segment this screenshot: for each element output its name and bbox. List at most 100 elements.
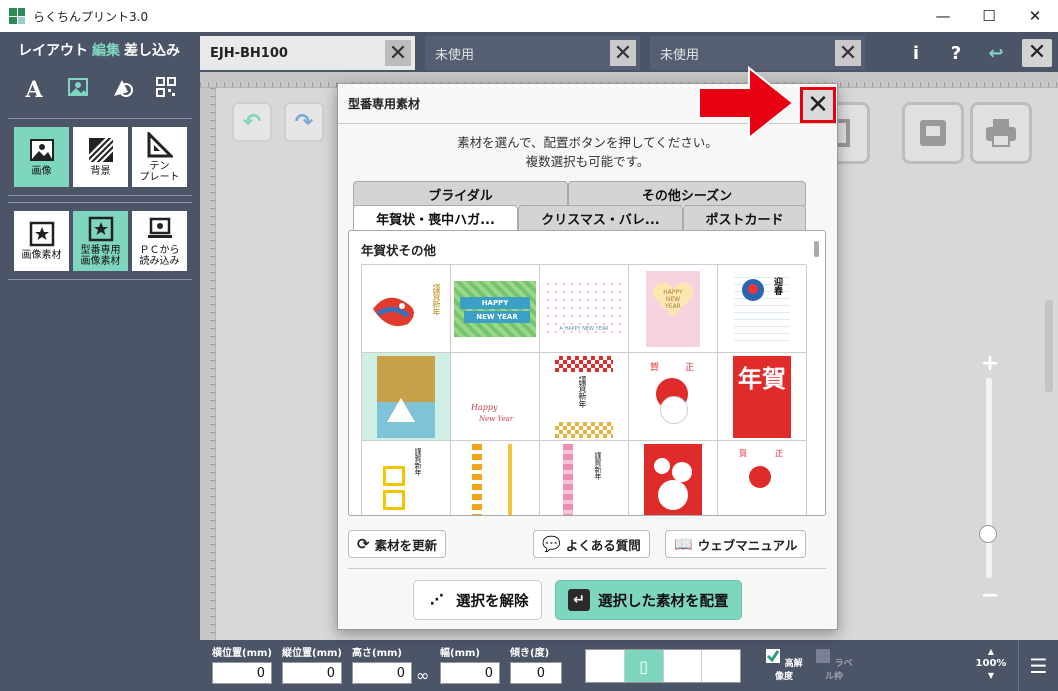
y-position-field: 縦位置(mm) 0	[282, 644, 342, 684]
zoom-value: 100%	[975, 658, 1007, 669]
rotate-left-button[interactable]: ↺	[586, 650, 625, 682]
template-tool-button[interactable]: テン プレート	[132, 127, 187, 187]
close-tab-icon[interactable]: ✕	[835, 40, 861, 66]
help-button[interactable]: ?	[936, 43, 976, 64]
thumbnail-dotted[interactable]: A HAPPY NEW YEAR	[540, 265, 629, 353]
background-tool-button[interactable]: 背景	[73, 127, 128, 187]
qr-code-icon[interactable]	[151, 77, 181, 103]
panel-scrollbar[interactable]	[814, 241, 819, 257]
window-title: らくちんプリント3.0	[33, 9, 149, 24]
zoom-indicator[interactable]: ▲ 100% ▼	[974, 646, 1008, 682]
vertical-scrollbar[interactable]	[1045, 300, 1053, 392]
tab-bridal[interactable]: ブライダル	[353, 181, 568, 206]
rotate-right-button[interactable]: ↻	[664, 650, 703, 682]
x-position-label: 横位置(mm)	[212, 648, 272, 659]
thumbnail-pink-heart[interactable]: HAPPY NEW YEAR	[629, 265, 718, 353]
image-tool-button[interactable]: 画像	[14, 127, 69, 187]
set-square-icon	[147, 131, 173, 157]
import-from-pc-label: ＰＣから 読み込み	[139, 244, 180, 267]
thumbnail-orange-strip[interactable]	[451, 441, 540, 515]
dialog-close-button[interactable]: ✕	[800, 87, 836, 123]
thumbnail-mountain[interactable]	[362, 353, 451, 441]
faq-label: よくある質問	[565, 537, 641, 553]
angle-input[interactable]: 0	[510, 662, 562, 684]
maximize-button[interactable]: ☐	[966, 0, 1012, 32]
zoom-in-button[interactable]: +	[980, 351, 1000, 376]
x-position-input[interactable]: 0	[212, 662, 272, 684]
close-window-button[interactable]: ✕	[1012, 0, 1058, 32]
model-material-button[interactable]: 型番専用 画像素材	[73, 211, 128, 271]
zoom-out-button[interactable]: −	[980, 583, 1000, 608]
flip-icon: ⟲	[714, 656, 728, 676]
image-material-button[interactable]: 画像素材	[14, 211, 69, 271]
orientation-portrait-button[interactable]: ▯	[624, 650, 664, 682]
width-input[interactable]: 0	[440, 662, 500, 684]
checkbox-checked-icon	[766, 649, 781, 663]
undo-button[interactable]: ↶	[232, 102, 272, 142]
tab-edit[interactable]: 編集	[92, 40, 120, 60]
web-manual-label: ウェブマニュアル	[697, 537, 798, 553]
laptop-icon	[147, 217, 172, 238]
tab-other-seasons[interactable]: その他シーズン	[568, 181, 806, 206]
faq-button[interactable]: 💬 よくある質問	[533, 530, 650, 558]
background-icon	[87, 137, 114, 163]
high-res-checkbox[interactable]: 高解像度	[762, 648, 806, 682]
thumbnail-koi[interactable]: 謹賀新年	[362, 265, 451, 353]
section-heading: 年賀状その他	[361, 243, 437, 258]
template-tool-label: テン プレート	[139, 160, 180, 183]
material-panel: 年賀状その他 謹賀新年 HAPPY NEW YEAR A HAPPY NEW Y…	[348, 230, 826, 516]
category-tabs-row1: ブライダル その他シーズン	[353, 181, 806, 206]
thumbnail-sun-red[interactable]: 賀 正	[629, 353, 718, 441]
thumbnail-yellow-frame[interactable]: 謹賀新年	[362, 441, 451, 515]
thumbnail-red-sun-small[interactable]: 賀 正	[718, 441, 807, 515]
thumbnail-geigei[interactable]: 迎春	[718, 265, 807, 353]
link-icon[interactable]: ∞	[416, 666, 429, 685]
thumbnail-text: 謹賀新年	[578, 375, 587, 408]
place-selected-button[interactable]: ↵ 選択した素材を配置	[555, 580, 742, 620]
undo-app-button[interactable]: ↩	[976, 43, 1016, 64]
thumbnail-text: 謹賀新年	[414, 447, 422, 476]
label-frame-checkbox[interactable]: ラベル枠	[812, 648, 856, 682]
thumbnail-script[interactable]: Happy New Year	[451, 353, 540, 441]
save-button[interactable]	[902, 102, 964, 164]
info-button[interactable]: i	[896, 43, 936, 64]
close-tab-icon[interactable]: ✕	[610, 40, 636, 66]
shape-icon[interactable]	[107, 76, 137, 104]
tab-layout[interactable]: レイアウト	[18, 40, 88, 60]
thumbnail-pink-strip[interactable]: 謹賀新年	[540, 441, 629, 515]
height-label: 高さ(mm)	[352, 648, 402, 659]
y-position-input[interactable]: 0	[282, 662, 342, 684]
image-edit-icon[interactable]	[63, 76, 93, 104]
doc-tab-ejh-bh100[interactable]: EJH-BH100 ✕	[200, 36, 415, 70]
tab-postcard[interactable]: ポストカード	[683, 205, 806, 230]
import-from-pc-button[interactable]: ＰＣから 読み込み	[132, 211, 187, 271]
web-manual-button[interactable]: 📖 ウェブマニュアル	[665, 530, 807, 558]
deselect-button[interactable]: ⋰ 選択を解除	[413, 580, 542, 620]
close-tab-icon[interactable]: ✕	[385, 40, 411, 66]
tab-christmas-valentine[interactable]: クリスマス・バレ...	[518, 205, 683, 230]
text-icon[interactable]: A	[19, 77, 49, 103]
flip-button[interactable]: ⟲	[702, 650, 740, 682]
thumbnail-text: NEW	[665, 295, 681, 303]
thumbnail-text: 謹賀新年	[594, 451, 602, 480]
tab-new-year-mourning[interactable]: 年賀状・喪中ハガ...	[353, 205, 518, 231]
minimize-button[interactable]: —	[920, 0, 966, 32]
doc-tab-unused-1[interactable]: 未使用 ✕	[425, 36, 640, 70]
zoom-slider-thumb[interactable]	[979, 525, 997, 543]
height-input[interactable]: 0	[352, 662, 412, 684]
close-document-button[interactable]: ✕	[1022, 39, 1052, 67]
tab-merge[interactable]: 差し込み	[124, 40, 180, 60]
thumbnail-big-red[interactable]: 年賀	[718, 353, 807, 441]
x-position-field: 横位置(mm) 0	[212, 644, 272, 684]
thumbnail-green-banner[interactable]: HAPPY NEW YEAR	[451, 265, 540, 353]
redo-button[interactable]: ↷	[284, 102, 324, 142]
list-menu-button[interactable]: ☰	[1018, 640, 1058, 691]
thumbnail-red-lace[interactable]	[629, 441, 718, 515]
zoom-slider-track[interactable]	[986, 378, 992, 578]
thumbnail-text: 迎春	[772, 276, 782, 295]
print-button[interactable]	[970, 102, 1032, 164]
thumbnail-checker[interactable]: 謹賀新年	[540, 353, 629, 441]
checkbox-disabled-icon	[816, 649, 831, 663]
doc-tab-unused-2[interactable]: 未使用 ✕	[650, 36, 865, 70]
refresh-materials-button[interactable]: ⟳ 素材を更新	[348, 530, 447, 558]
